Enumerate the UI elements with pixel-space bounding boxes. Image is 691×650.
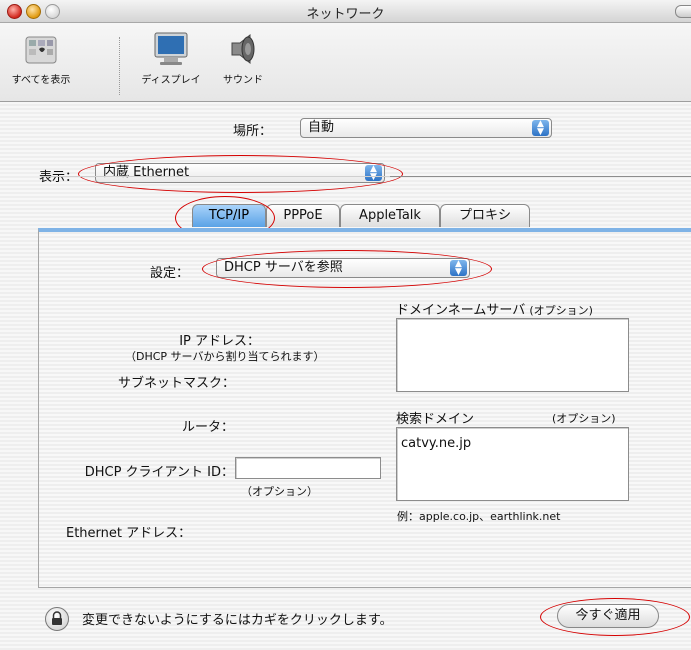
dhcp-client-id-label: DHCP クライアント ID： [84,465,234,480]
dns-label: ドメインネームサーバ (オプション) [396,299,593,318]
configure-label: 設定： [150,266,190,281]
tab-pppoe[interactable]: PPPoE [266,204,340,227]
location-popup[interactable]: 自動 ▲ ▼ [300,118,552,138]
popup-arrows-icon: ▲ ▼ [532,120,549,137]
location-value: 自動 [308,120,335,135]
dns-option-text: (オプション) [529,304,593,317]
search-domains-option: (オプション) [552,412,616,425]
speaker-icon [226,31,260,67]
show-popup[interactable]: 内蔵 Ethernet ▲ ▼ [95,163,385,183]
toolbar-label-show-all: すべてを表示 [11,75,71,86]
separator-line-dark [390,176,691,177]
toolbar-item-sound[interactable]: サウンド [210,27,276,86]
dns-servers-field[interactable] [396,318,629,392]
ip-address-label: IP アドレス： [179,334,260,349]
toolbar-label-display: ディスプレイ [141,75,201,86]
example-text: 例：apple.co.jp、earthlink.net [397,510,561,523]
router-label: ルータ： [181,420,234,435]
lock-button[interactable] [45,607,69,631]
display-icon [152,31,190,67]
dhcp-client-id-note: （オプション） [241,485,318,498]
lock-icon [52,611,62,625]
apply-now-button[interactable]: 今すぐ適用 [557,604,659,628]
show-all-icon [24,35,58,67]
configure-popup[interactable]: DHCP サーバを参照 ▲ ▼ [216,258,470,278]
search-domains-label: 検索ドメイン [396,412,475,427]
tab-tcpip[interactable]: TCP/IP [192,204,266,227]
toolbar: すべてを表示 ディスプレイ サウンド [0,23,691,102]
lock-instruction: 変更できないようにするにはカギをクリックします。 [82,613,393,628]
toolbar-toggle-button[interactable] [675,5,691,18]
toolbar-separator [119,37,120,95]
ip-address-note: （DHCP サーバから割り当てられます） [125,350,325,363]
toolbar-item-show-all[interactable]: すべてを表示 [0,27,82,86]
tab-appletalk[interactable]: AppleTalk [340,204,440,227]
search-domains-field[interactable]: catvy.ne.jp [396,427,629,501]
tab-proxy[interactable]: プロキシ [440,204,530,227]
toolbar-item-display[interactable]: ディスプレイ [136,27,206,86]
dhcp-client-id-field[interactable] [235,457,381,479]
toolbar-label-sound: サウンド [223,75,263,86]
title-bar: ネットワーク [0,0,691,23]
window-title: ネットワーク [306,7,385,22]
subnet-mask-label: サブネットマスク： [117,376,235,391]
dns-label-text: ドメインネームサーバ [396,303,526,318]
configure-value: DHCP サーバを参照 [224,260,343,275]
location-label: 場所： [233,124,273,139]
popup-arrows-icon: ▲ ▼ [365,165,382,182]
network-preferences-window: ネットワーク すべてを表示 ディスプレイ サウンド 場所： 自動 ▲ ▼ 表示：… [0,0,691,650]
ethernet-address-label: Ethernet アドレス： [66,526,192,541]
show-value: 内蔵 Ethernet [103,165,190,180]
search-domains-value: catvy.ne.jp [401,436,472,451]
popup-arrows-icon: ▲ ▼ [450,260,467,277]
